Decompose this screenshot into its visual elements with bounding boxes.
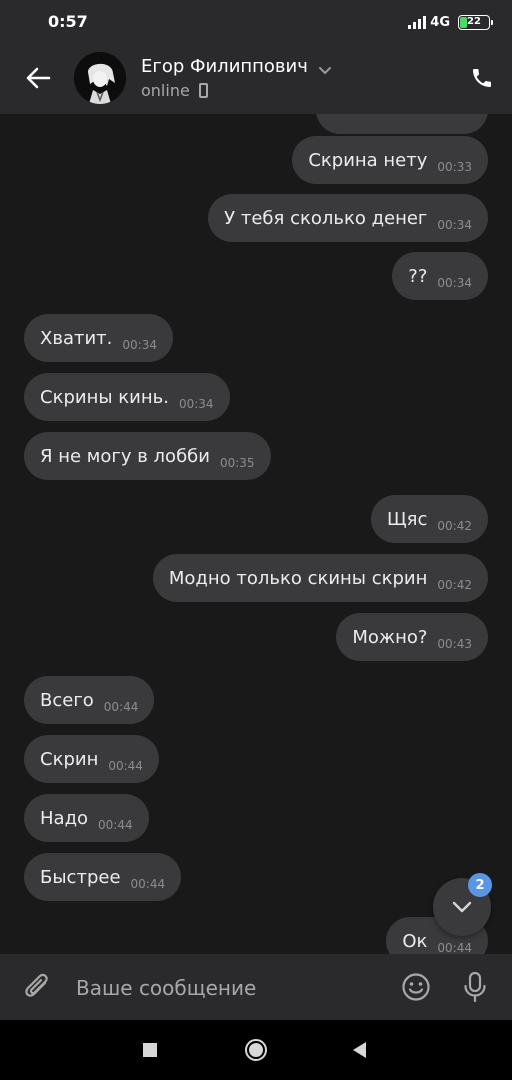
- message-text: Щяс: [386, 508, 428, 530]
- incoming-message-bubble[interactable]: Скрин 00:44: [24, 735, 159, 783]
- home-button[interactable]: [240, 1034, 272, 1066]
- message-text: Я не могу в лобби: [40, 445, 210, 467]
- message-text: Скрин: [40, 748, 99, 770]
- message-time: 00:44: [130, 877, 166, 891]
- battery-icon: 22: [458, 14, 493, 30]
- message-time: 00:42: [437, 519, 472, 533]
- paperclip-icon: [25, 973, 48, 997]
- emoji-icon: [402, 973, 430, 1001]
- contact-name[interactable]: Егор Филиппович: [141, 56, 308, 77]
- status-bar: 0:57 4G 22: [0, 0, 512, 44]
- message-text: Скрины кинь.: [40, 386, 169, 408]
- message-list[interactable]: Скрина нету 00:33 У тебя сколько денег 00:3…: [0, 114, 512, 954]
- attach-button[interactable]: [20, 968, 56, 1006]
- back-triangle-icon: [353, 1042, 366, 1058]
- message-time: 00:35: [219, 456, 255, 470]
- outgoing-message-bubble[interactable]: Скрина нету 00:33: [292, 136, 488, 184]
- status-indicators: 4G 22: [408, 12, 493, 32]
- outgoing-message-bubble[interactable]: ?? 00:34: [392, 252, 488, 300]
- avatar[interactable]: [74, 52, 126, 104]
- home-circle-icon: [245, 1039, 267, 1061]
- message-input[interactable]: [76, 972, 376, 1004]
- emoji-button[interactable]: [399, 970, 433, 1004]
- chevron-down-icon[interactable]: [318, 60, 332, 79]
- incoming-message-bubble[interactable]: Надо 00:44: [24, 794, 149, 842]
- mobile-phone-icon: [199, 83, 208, 98]
- message-text: Надо: [40, 807, 89, 829]
- outgoing-message-bubble[interactable]: Модно только скины скрин 00:42: [152, 554, 488, 602]
- outgoing-message-bubble[interactable]: Можно? 00:43: [336, 613, 488, 661]
- phone-call-icon: [473, 69, 491, 87]
- message-time: 00:34: [178, 397, 214, 411]
- message-text: Ок: [402, 930, 428, 952]
- message-time: 00:42: [437, 578, 472, 592]
- chevron-down-icon: [452, 901, 472, 913]
- message-text: Можно?: [352, 626, 428, 648]
- message-time: 00:34: [437, 218, 472, 232]
- recents-button[interactable]: [134, 1034, 166, 1066]
- system-navigation-bar: [0, 1020, 512, 1080]
- battery-level: 22: [467, 15, 481, 27]
- outgoing-message-bubble[interactable]: У тебя сколько денег 00:34: [208, 194, 488, 242]
- message-time: 00:44: [103, 700, 139, 714]
- message-text: Модно только скины скрин: [168, 567, 428, 589]
- avatar-image: [74, 52, 126, 104]
- message-time: 00:44: [108, 759, 143, 773]
- incoming-message-bubble[interactable]: Всего 00:44: [24, 676, 155, 724]
- call-button[interactable]: [464, 60, 500, 96]
- message-text: Быстрее: [40, 866, 121, 888]
- unread-count-badge: 2: [468, 873, 492, 897]
- incoming-message-bubble[interactable]: Я не могу в лобби 00:35: [24, 432, 271, 480]
- message-time: 00:44: [437, 941, 472, 954]
- message-text: Всего: [40, 689, 94, 711]
- message-time: 00:33: [437, 160, 472, 174]
- incoming-message-bubble[interactable]: Скрины кинь. 00:34: [24, 373, 230, 421]
- message-text: Хватит.: [40, 327, 113, 349]
- message-text: У тебя сколько денег: [224, 207, 428, 229]
- chat-header: 0:57 4G 22 Егор Филиппович online: [0, 0, 512, 114]
- recents-square-icon: [143, 1043, 157, 1057]
- system-back-button[interactable]: [344, 1034, 376, 1066]
- message-time: 00:34: [122, 338, 157, 352]
- voice-message-button[interactable]: [458, 968, 492, 1006]
- contact-status: online: [141, 81, 190, 100]
- incoming-message-bubble[interactable]: Быстрее 00:44: [24, 853, 182, 901]
- partial-message-bubble: [316, 114, 488, 134]
- network-type: 4G: [430, 14, 450, 30]
- message-text: Скрина нету: [308, 149, 428, 171]
- message-composer: [0, 954, 512, 1020]
- message-time: 00:34: [437, 276, 472, 290]
- outgoing-message-bubble[interactable]: Щяс 00:42: [370, 495, 488, 543]
- back-arrow-icon: [26, 67, 51, 89]
- message-time: 00:43: [437, 637, 472, 651]
- microphone-icon: [464, 971, 486, 1003]
- back-button[interactable]: [20, 60, 56, 96]
- message-time: 00:44: [98, 818, 133, 832]
- message-text: ??: [408, 265, 428, 287]
- incoming-message-bubble[interactable]: Хватит. 00:34: [24, 314, 173, 362]
- status-time: 0:57: [48, 12, 88, 31]
- signal-strength-icon: [408, 15, 427, 29]
